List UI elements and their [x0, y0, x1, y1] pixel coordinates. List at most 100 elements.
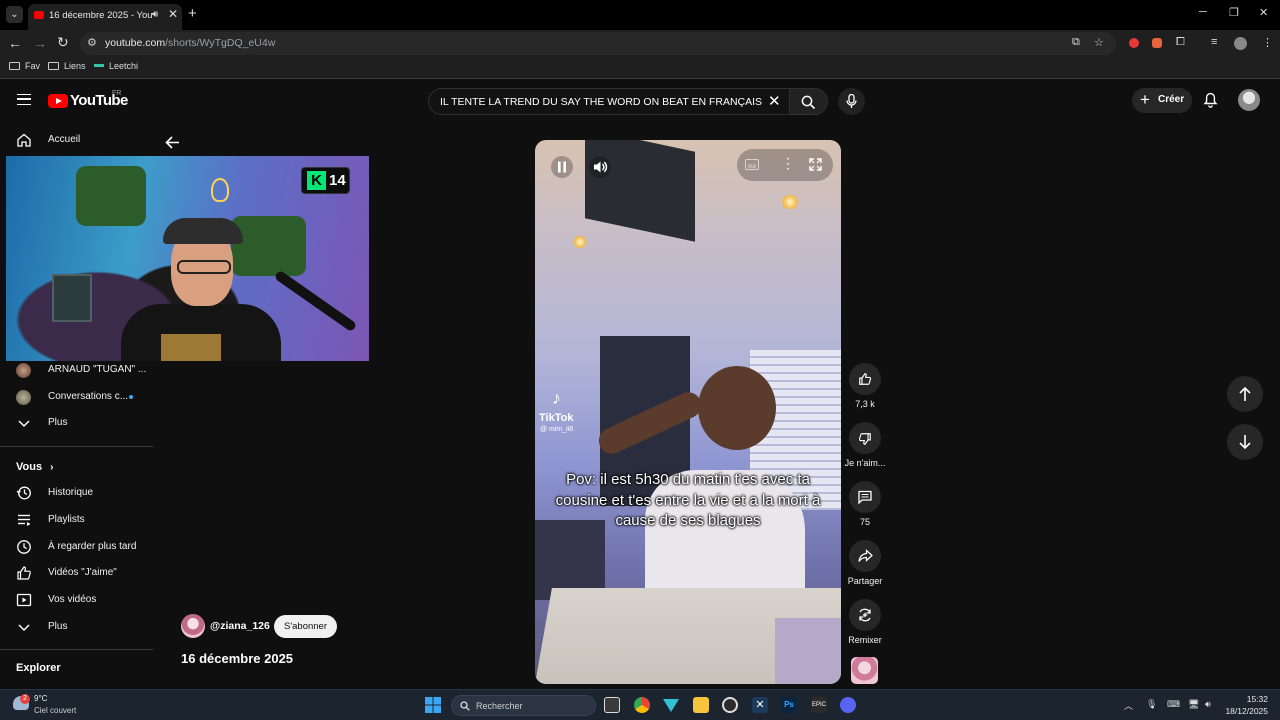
subscribe-button[interactable]: S'abonner — [274, 615, 337, 638]
window-close-icon[interactable]: ✕ — [1259, 6, 1268, 19]
back-icon[interactable]: ← — [8, 35, 22, 51]
bookmark-leetchi[interactable]: Leetchi — [94, 61, 138, 71]
task-view-icon[interactable] — [604, 697, 620, 713]
sidebar-item-home[interactable]: Accueil — [0, 127, 153, 154]
browser-tab[interactable]: 16 décembre 2025 - YouTube 🔊︎ ✕ — [28, 4, 182, 30]
sidebar-section-you[interactable]: Vous › — [16, 461, 53, 473]
youtube-masthead: YouTube FR IL TENTE LA TREND DU SAY THE … — [0, 80, 1280, 122]
channel-thumbnail[interactable] — [851, 657, 878, 684]
new-tab-button[interactable]: + — [188, 5, 197, 22]
browser-menu-icon[interactable]: ⋮ — [1262, 36, 1273, 49]
tab-search-button[interactable]: ⌄ — [6, 6, 23, 23]
more-options-icon[interactable]: ⋮ — [781, 155, 795, 172]
share-button[interactable] — [849, 540, 881, 572]
channel-name[interactable]: @ziana_126 — [210, 620, 270, 632]
minimize-icon[interactable]: ─ — [1199, 6, 1207, 18]
file-explorer-icon[interactable] — [693, 697, 709, 713]
reload-icon[interactable]: ↻ — [57, 34, 69, 51]
url-text: youtube.com/shorts/WyTgDQ_eU4w — [105, 37, 276, 49]
extension-red-icon[interactable] — [1129, 38, 1139, 48]
fullscreen-icon[interactable] — [809, 158, 822, 171]
weather-description[interactable]: Ciel couvert — [34, 706, 76, 715]
lightbulb-decoration — [211, 178, 229, 202]
bookmark-folder-fav[interactable]: Fav — [9, 61, 40, 71]
dislike-label: Je n'aim... — [844, 458, 886, 468]
site-info-icon[interactable]: ⚙ — [87, 36, 97, 49]
pause-icon[interactable] — [551, 156, 573, 178]
search-button[interactable] — [790, 88, 828, 115]
code-app-icon[interactable]: ✕ — [752, 697, 768, 713]
forward-icon[interactable]: → — [33, 35, 47, 51]
windows-start-icon[interactable] — [425, 697, 441, 713]
address-bar[interactable]: ⚙ youtube.com/shorts/WyTgDQ_eU4w ⧉ ☆ — [80, 32, 1116, 55]
obs-app-icon[interactable] — [722, 697, 738, 713]
create-button[interactable]: + Créer — [1132, 88, 1192, 113]
like-button[interactable] — [849, 363, 881, 395]
share-icon — [858, 549, 873, 562]
show-hidden-icons-chevron-icon[interactable]: ︿ — [1124, 699, 1133, 712]
sidebar-subscription-conversations[interactable]: Conversations c... — [0, 384, 153, 411]
restore-icon[interactable]: ❐ — [1229, 6, 1239, 19]
sidebar-item-history[interactable]: Historique — [0, 480, 153, 507]
sidebar-item-playlists[interactable]: Playlists — [0, 507, 153, 534]
sidebar-item-label: ARNAUD "TUGAN" ... — [48, 364, 147, 375]
sidebar-item-your-videos[interactable]: Vos vidéos — [0, 587, 153, 614]
volume-icon[interactable] — [589, 156, 611, 178]
video-caption-overlay: Pov: il est 5h30 du matin t'es avec ta c… — [555, 471, 821, 529]
webcam-plant-wall — [76, 166, 146, 226]
clock-date[interactable]: 18/12/2025 — [1225, 706, 1268, 716]
notifications-bell-icon[interactable] — [1203, 91, 1218, 108]
epic-games-app-icon[interactable]: EPIC — [811, 697, 827, 713]
country-code: FR — [112, 90, 122, 97]
clock-time[interactable]: 15:32 — [1238, 694, 1268, 704]
remix-label: Remixer — [848, 635, 882, 645]
channel-avatar[interactable] — [181, 614, 205, 638]
search-input[interactable]: IL TENTE LA TREND DU SAY THE WORD ON BEA… — [428, 88, 790, 115]
comments-button[interactable] — [849, 481, 881, 513]
chrome-app-icon[interactable] — [634, 697, 650, 713]
sidebar-show-more[interactable]: Plus — [0, 410, 153, 437]
youtube-logo-icon[interactable] — [48, 94, 68, 108]
extension-orange-icon[interactable] — [1152, 38, 1162, 48]
network-tray-icon[interactable]: 🖥︎ — [1188, 699, 1199, 710]
photoshop-app-icon[interactable]: Ps — [781, 697, 797, 713]
bookmark-folder-liens[interactable]: Liens — [48, 61, 86, 71]
captions-icon[interactable] — [745, 159, 759, 170]
previous-short-button[interactable] — [1227, 376, 1263, 412]
microphone-tray-icon[interactable]: 🎙︎ — [1146, 699, 1157, 710]
keyboard-tray-icon[interactable]: ⌨ — [1167, 699, 1180, 710]
sidebar-item-liked-videos[interactable]: Vidéos "J'aime" — [0, 560, 153, 587]
install-app-icon[interactable]: ⧉ — [1072, 36, 1080, 49]
back-arrow-icon[interactable] — [164, 134, 181, 151]
account-avatar[interactable] — [1238, 89, 1260, 111]
voice-search-button[interactable] — [838, 88, 865, 115]
profile-icon[interactable] — [1234, 37, 1247, 50]
next-short-button[interactable] — [1227, 424, 1263, 460]
your-videos-icon — [16, 593, 32, 607]
search-icon — [801, 95, 816, 110]
volume-tray-icon[interactable]: 🔊︎ — [1205, 699, 1211, 710]
sidebar-item-label: Plus — [48, 417, 68, 428]
taskbar-search-input[interactable]: Rechercher — [451, 695, 596, 716]
scene-box — [775, 618, 841, 684]
media-controls-icon[interactable]: ≡ — [1211, 36, 1217, 48]
discord-app-icon[interactable] — [840, 697, 856, 713]
weather-temperature[interactable]: 9°C — [34, 694, 47, 703]
sidebar-subscription-arnaud[interactable]: ARNAUD "TUGAN" ... — [0, 357, 153, 384]
tab-close-icon[interactable]: ✕ — [168, 7, 178, 21]
menu-hamburger-icon[interactable] — [17, 94, 31, 105]
sidebar-show-more-you[interactable]: Plus — [0, 614, 153, 641]
tab-audio-icon[interactable]: 🔊︎ — [152, 9, 158, 20]
sidebar-item-watch-later[interactable]: À regarder plus tard — [0, 534, 153, 561]
bookmark-star-icon[interactable]: ☆ — [1094, 36, 1104, 49]
home-icon — [17, 133, 31, 147]
tab-title: 16 décembre 2025 - YouTube — [49, 10, 152, 21]
remix-button[interactable] — [849, 599, 881, 631]
shorts-video-player[interactable]: ⋮ ♪ TikTok @ mim_ii8 Pov: il est 5h30 du… — [535, 140, 841, 684]
dislike-button[interactable] — [849, 422, 881, 454]
vpn-app-icon[interactable] — [663, 699, 679, 712]
clear-search-icon[interactable]: ✕ — [768, 92, 781, 110]
browser-tab-strip: ⌄ 16 décembre 2025 - YouTube 🔊︎ ✕ + ─ ❐ … — [0, 0, 1280, 30]
extensions-puzzle-icon[interactable]: ⧠ — [1176, 36, 1185, 49]
microphone-icon — [846, 94, 857, 108]
